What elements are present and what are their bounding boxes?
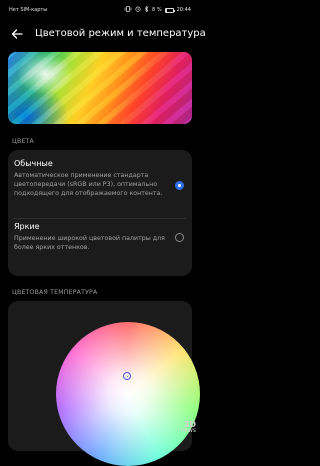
wheel-selector-handle[interactable]	[123, 372, 131, 380]
temperature-section-label: ЦВЕТОВАЯ ТЕМПЕРАТУРА	[12, 289, 98, 296]
status-time: 20:44	[176, 7, 191, 13]
bluetooth-icon	[144, 5, 149, 14]
battery-text: 8 %	[152, 7, 162, 13]
app-header: Цветовой режим и температура	[0, 20, 206, 46]
option-vivid-title: Яркие	[14, 222, 40, 231]
battery-icon	[164, 7, 175, 13]
option-vivid-description: Применение широкой цветовой палитры для …	[14, 235, 165, 251]
divider	[14, 218, 186, 219]
preview-image	[8, 52, 192, 124]
page-title: Цветовой режим и температура	[35, 28, 206, 39]
color-mode-card: Обычные Автоматическое применение станда…	[8, 150, 192, 276]
watermark-logo: 3D news	[180, 420, 196, 434]
back-arrow-icon[interactable]	[10, 26, 24, 40]
alarm-icon	[135, 6, 141, 14]
status-bar: Нет SIM-карты 8 % 20:44	[0, 0, 200, 20]
status-right: 8 % 20:44	[124, 5, 191, 14]
vibrate-icon	[124, 6, 132, 14]
carrier-label: Нет SIM-карты	[9, 7, 48, 13]
radio-vivid[interactable]	[175, 233, 184, 242]
color-temperature-wheel[interactable]	[56, 322, 200, 466]
option-normal-description: Автоматическое применение стандарта цвет…	[14, 172, 163, 197]
battery-fill	[165, 8, 167, 12]
option-normal-title: Обычные	[14, 159, 53, 168]
radio-normal[interactable]	[175, 181, 184, 190]
colors-section-label: ЦВЕТА	[12, 138, 34, 145]
